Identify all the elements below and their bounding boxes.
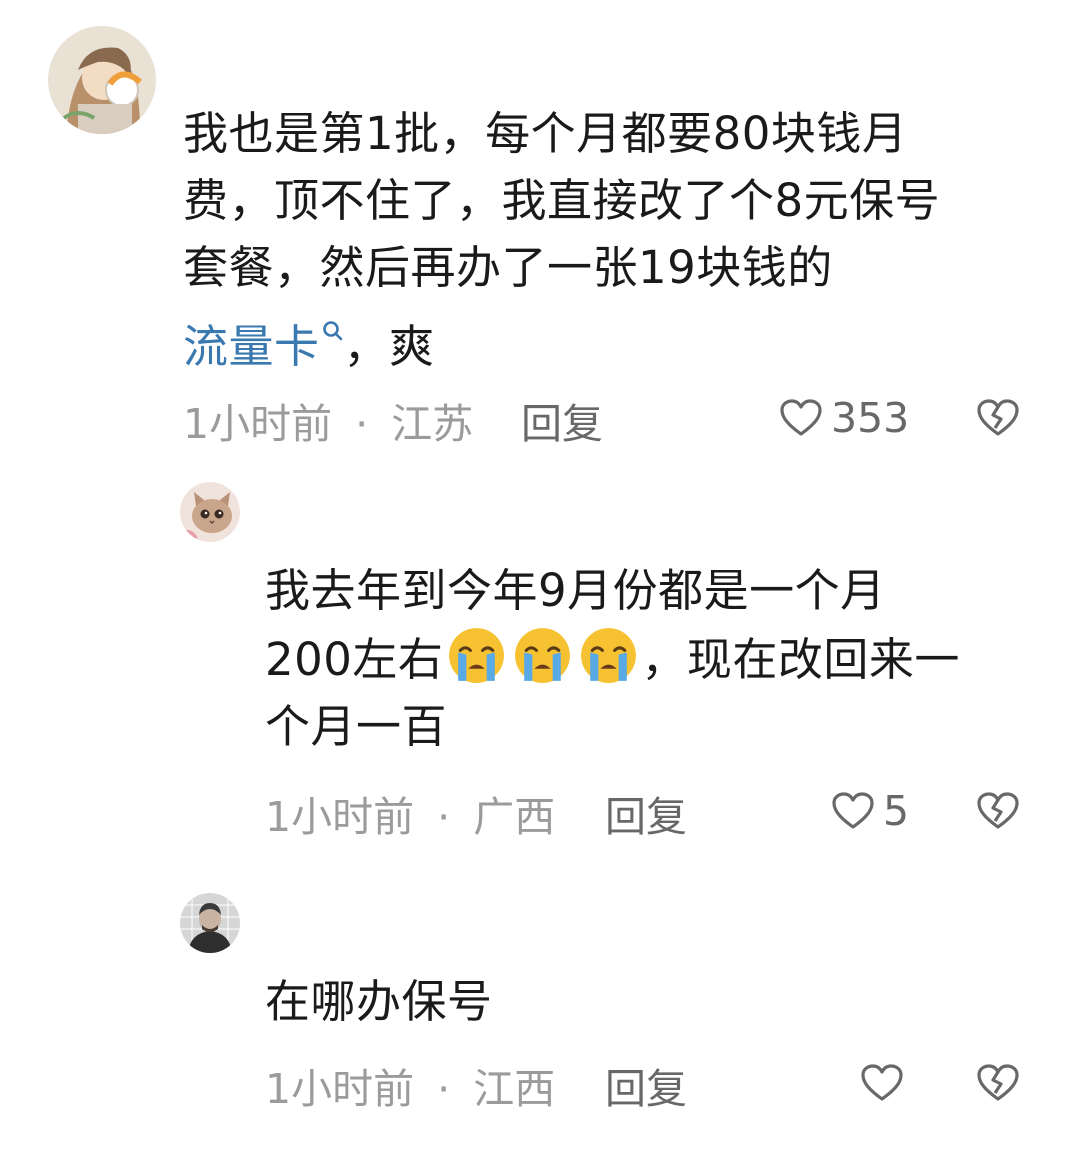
- like-button[interactable]: [860, 1053, 912, 1113]
- comment-meta: 1小时前 · 江西: [265, 1055, 555, 1115]
- comment-line: 费，顶不住了，我直接改了个8元保号: [183, 174, 941, 227]
- like-button[interactable]: 5: [831, 781, 909, 841]
- comment-tail-text: ，爽: [343, 320, 435, 373]
- user-avatar[interactable]: [48, 26, 156, 134]
- dislike-button[interactable]: [976, 1063, 1020, 1103]
- comment-meta: 1小时前 · 广西: [265, 783, 555, 843]
- comment-time: 1小时前: [265, 793, 415, 841]
- meta-separator: ·: [437, 1065, 451, 1113]
- comment-text-segment: 200左右: [265, 633, 444, 686]
- heart-icon: [861, 1064, 903, 1101]
- dislike-button[interactable]: [976, 398, 1020, 438]
- comment-line: 流量卡 ，爽: [183, 301, 1043, 380]
- meta-separator: ·: [437, 793, 451, 841]
- comment-text: 在哪办保号: [265, 968, 1045, 1035]
- crying-face-emoji: [446, 624, 507, 685]
- comment-meta: 1小时前 · 江苏: [183, 390, 473, 450]
- crying-face-emoji: [512, 624, 573, 685]
- comment-location: 江西: [473, 1065, 556, 1113]
- like-count: 5: [883, 787, 910, 835]
- comment-line: 套餐，然后再办了一张19块钱的: [183, 241, 833, 294]
- comment-location: 江苏: [391, 400, 474, 448]
- hooded-man-avatar-icon: [180, 893, 240, 953]
- broken-heart-icon: [977, 792, 1019, 829]
- heart-icon: [832, 792, 874, 829]
- reply-button[interactable]: 回复: [605, 783, 687, 843]
- user-avatar[interactable]: [180, 482, 240, 542]
- comment-line: 200左右 ，现在改回来一: [265, 624, 1045, 693]
- dislike-button[interactable]: [976, 791, 1020, 831]
- meta-separator: ·: [355, 400, 369, 448]
- comment-line: 我去年到今年9月份都是一个月: [265, 564, 886, 617]
- broken-heart-icon: [977, 1064, 1019, 1101]
- search-link-label: 流量卡: [183, 320, 320, 373]
- anime-avatar-icon: [48, 26, 156, 134]
- search-icon: [322, 320, 344, 348]
- comment-line: 在哪办保号: [265, 975, 493, 1028]
- comment-text-segment: ，现在改回来一: [641, 633, 960, 686]
- heart-icon: [780, 399, 822, 436]
- comment-time: 1小时前: [265, 1065, 415, 1113]
- comment-location: 广西: [473, 793, 556, 841]
- comment-text: 我去年到今年9月份都是一个月 200左右 ，现在改回来一 个月一百: [265, 557, 1045, 760]
- comment-line: 个月一百: [265, 700, 448, 753]
- like-count: 353: [831, 394, 910, 442]
- comment-time: 1小时前: [183, 400, 333, 448]
- comment-text: 我也是第1批，每个月都要80块钱月 费，顶不住了，我直接改了个8元保号 套餐，然…: [183, 100, 1043, 380]
- reply-button[interactable]: 回复: [521, 390, 603, 450]
- reply-button[interactable]: 回复: [605, 1055, 687, 1115]
- user-avatar[interactable]: [180, 893, 240, 953]
- search-link[interactable]: 流量卡: [183, 320, 344, 373]
- broken-heart-icon: [977, 399, 1019, 436]
- crying-face-emoji: [578, 624, 639, 685]
- comment-line: 我也是第1批，每个月都要80块钱月: [183, 107, 908, 160]
- cat-avatar-icon: [180, 482, 240, 542]
- like-button[interactable]: 353: [779, 388, 909, 448]
